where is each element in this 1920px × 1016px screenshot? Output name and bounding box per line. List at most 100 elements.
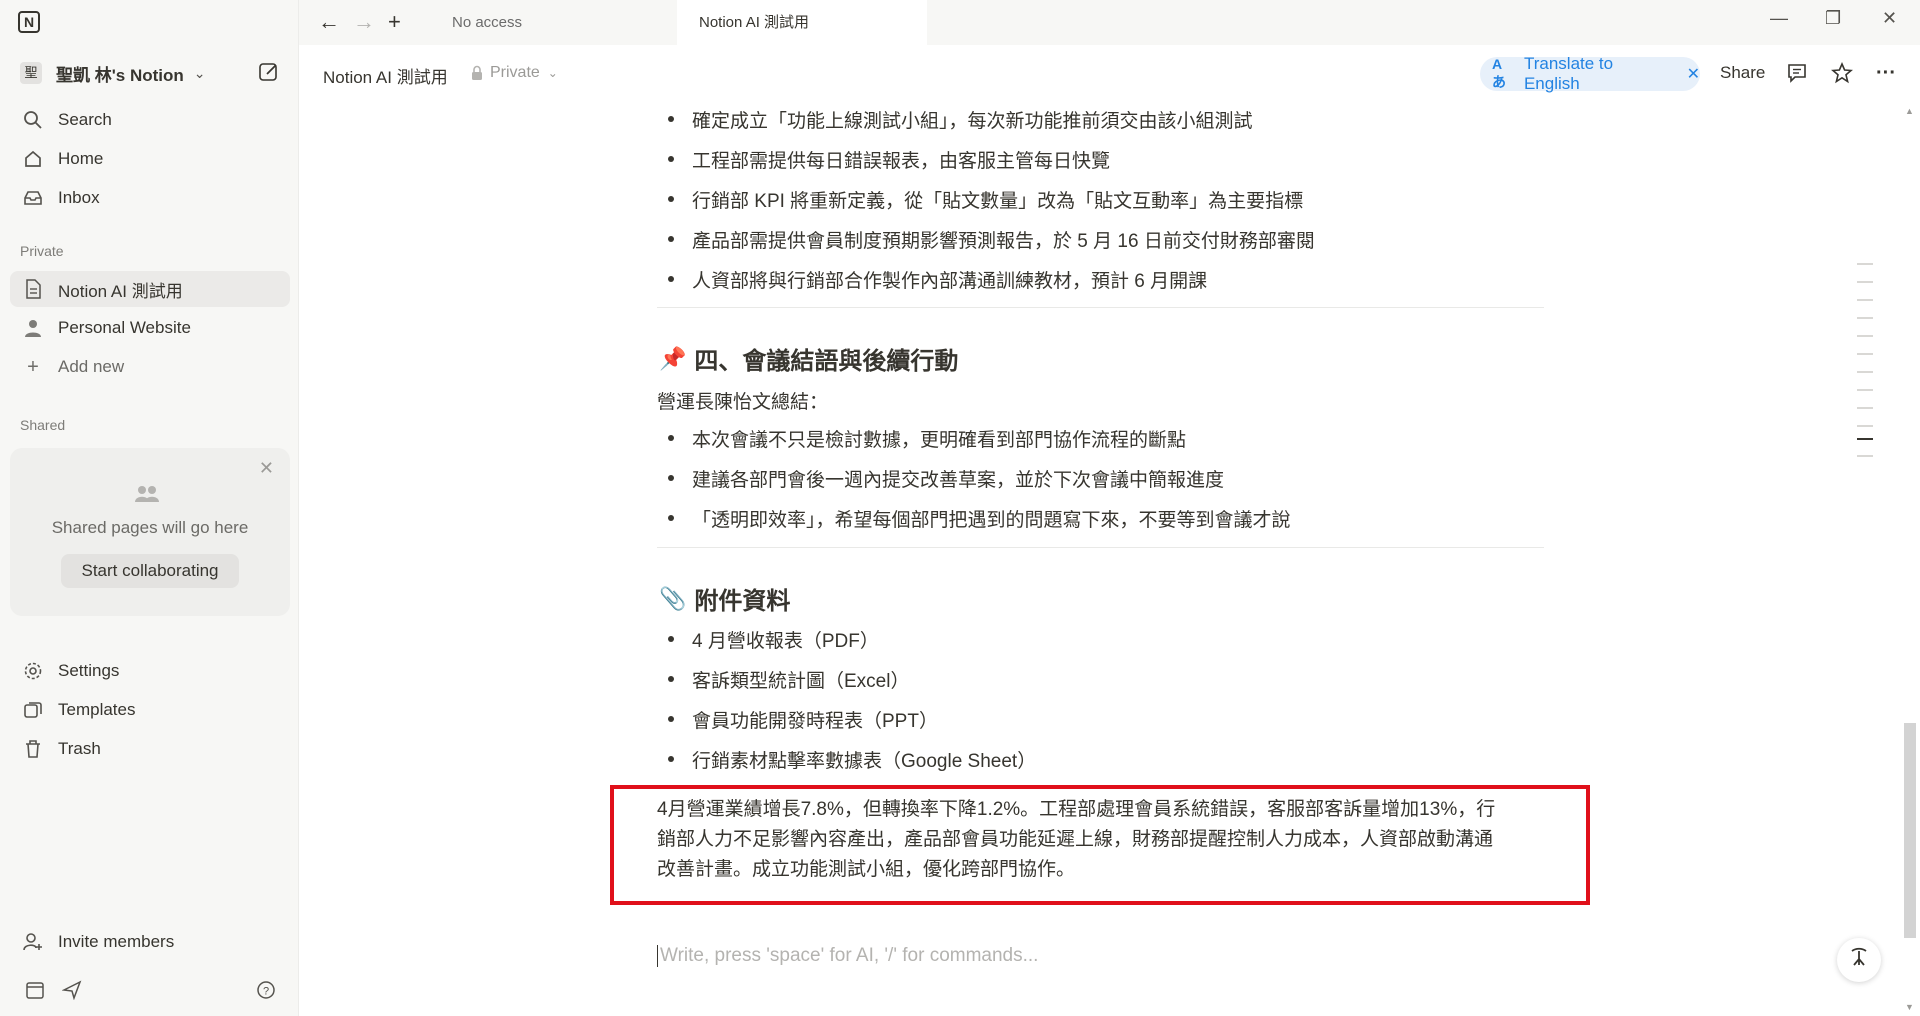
sidebar-bottom-bar: ?: [20, 980, 280, 1004]
add-new-label: Add new: [58, 357, 125, 376]
bullet-icon: [668, 156, 674, 162]
list-item-text: 建議各部門會後一週內提交改善草案，並於下次會議中簡報進度: [692, 469, 1225, 491]
list-item[interactable]: 建議各部門會後一週內提交改善草案，並於下次會議中簡報進度: [657, 458, 1224, 498]
list-item[interactable]: 行銷部 KPI 將重新定義，從「貼文數量」改為「貼文互動率」為主要指標: [657, 179, 1303, 219]
list-item-text: 人資部將與行銷部合作製作內部溝通訓練教材，預計 6 月開課: [692, 270, 1208, 292]
privacy-label: Private: [490, 64, 540, 81]
inbox-icon: [22, 187, 44, 209]
sidebar-item-label: Trash: [58, 739, 101, 758]
sidebar-item-label: Search: [58, 110, 112, 129]
list-item[interactable]: 「透明即效率」，希望每個部門把遇到的問題寫下來，不要等到會議才說: [657, 498, 1291, 538]
sidebar-item-templates[interactable]: Templates: [10, 692, 290, 728]
list-item-text: 行銷素材點擊率數據表（Google Sheet）: [692, 750, 1037, 772]
share-button[interactable]: Share: [1720, 63, 1765, 83]
toc-line[interactable]: [1857, 317, 1873, 319]
forward-arrow-icon[interactable]: →: [353, 10, 375, 34]
toc-line-active[interactable]: [1857, 438, 1873, 440]
more-options-icon[interactable]: ···: [1873, 60, 1899, 86]
toc-line[interactable]: [1857, 263, 1873, 265]
summary-line: 銷部人力不足影響內容產出，產品部會員功能延遲上線，財務部提醒控制人力成本，人資部…: [657, 829, 1494, 850]
list-item[interactable]: 客訴類型統計圖（Excel）: [657, 659, 909, 699]
close-window-icon[interactable]: ✕: [1882, 8, 1897, 29]
paragraph[interactable]: 營運長陳怡文總結：: [657, 387, 828, 414]
empty-block-placeholder[interactable]: Write, press 'space' for AI, '/' for com…: [657, 945, 1038, 967]
bullet-icon: [668, 756, 674, 762]
new-tab-plus-icon[interactable]: +: [388, 10, 401, 34]
list-item[interactable]: 會員功能開發時程表（PPT）: [657, 699, 938, 739]
scrollbar-thumb[interactable]: [1904, 723, 1916, 938]
toc-line[interactable]: [1857, 299, 1873, 301]
workspace-switcher[interactable]: 聖 聖凱 林's Notion ⌄: [20, 59, 206, 87]
pushpin-icon: 📌: [659, 345, 687, 371]
star-icon[interactable]: [1829, 60, 1855, 86]
add-new-button[interactable]: + Add new: [10, 349, 290, 385]
section-heading-closing[interactable]: 📌 四、會議結語與後續行動: [659, 341, 958, 376]
tab-no-access[interactable]: No access: [430, 0, 677, 45]
list-item[interactable]: 產品部需提供會員制度預期影響預測報告，於 5 月 16 日前交付財務部審閱: [657, 219, 1315, 259]
list-item[interactable]: 工程部需提供每日錯誤報表，由客服主管每日快覽: [657, 139, 1110, 179]
invite-members-button[interactable]: Invite members: [10, 924, 290, 960]
translate-button[interactable]: Aあ Translate to English ✕: [1480, 54, 1700, 93]
send-icon[interactable]: [62, 980, 82, 1000]
invite-members-label: Invite members: [58, 932, 175, 951]
bullet-icon: [668, 716, 674, 722]
sidebar-item-search[interactable]: Search: [10, 102, 290, 138]
comment-icon[interactable]: [1784, 60, 1810, 86]
bullet-icon: [668, 676, 674, 682]
scroll-up-arrow-icon[interactable]: ▲: [1905, 106, 1914, 116]
list-item[interactable]: 行銷素材點擊率數據表（Google Sheet）: [657, 739, 1036, 779]
sidebar-item-home[interactable]: Home: [10, 141, 290, 177]
list-item[interactable]: 確定成立「功能上線測試小組」，每次新功能推前須交由該小組測試: [657, 99, 1253, 139]
privacy-selector[interactable]: Private ⌄: [470, 64, 558, 82]
minimize-icon[interactable]: —: [1770, 8, 1788, 29]
tab-notion-ai-test[interactable]: Notion AI 測試用: [677, 0, 927, 45]
new-page-icon[interactable]: [258, 61, 280, 83]
shared-empty-message: Shared pages will go here: [51, 518, 249, 537]
sidebar-item-inbox[interactable]: Inbox: [10, 180, 290, 216]
section-heading-attachments[interactable]: 📎 附件資料: [659, 581, 790, 616]
list-item-text: 產品部需提供會員制度預期影響預測報告，於 5 月 16 日前交付財務部審閱: [692, 230, 1315, 252]
translate-label: Translate to English: [1523, 54, 1614, 93]
bullet-icon: [668, 475, 674, 481]
calendar-icon[interactable]: [25, 980, 45, 1000]
sidebar-item-trash[interactable]: Trash: [10, 731, 290, 767]
list-item[interactable]: 4 月營收報表（PDF）: [657, 619, 879, 659]
toc-line[interactable]: [1857, 371, 1873, 373]
lock-icon: [472, 65, 482, 80]
notion-ai-button[interactable]: [1837, 938, 1881, 982]
notion-logo-icon: N: [18, 11, 40, 33]
toc-line[interactable]: [1857, 335, 1873, 337]
toc-line[interactable]: [1857, 425, 1873, 427]
toc-line[interactable]: [1857, 353, 1873, 355]
ai-face-icon: [1847, 945, 1871, 975]
toc-line[interactable]: [1857, 389, 1873, 391]
titlebar-left: N: [0, 0, 299, 45]
heading-text: 附件資料: [694, 588, 791, 615]
toc-line[interactable]: [1857, 281, 1873, 283]
sidebar-item-settings[interactable]: Settings: [10, 653, 290, 689]
toc-line[interactable]: [1857, 455, 1873, 457]
breadcrumb[interactable]: Notion AI 測試用: [323, 63, 448, 88]
close-icon[interactable]: ✕: [259, 458, 274, 479]
close-icon[interactable]: ✕: [1687, 64, 1700, 84]
ai-summary-paragraph[interactable]: 4月營運業績增長7.8%，但轉換率下降1.2%。工程部處理會員系統錯誤，客服部客…: [657, 795, 1547, 885]
svg-text:?: ?: [263, 986, 269, 998]
restore-icon[interactable]: ❐: [1825, 8, 1841, 29]
sidebar-item-personal-website[interactable]: Personal Website: [10, 310, 290, 346]
search-icon: [22, 109, 44, 131]
toc-line[interactable]: [1857, 407, 1873, 409]
sidebar-item-label: Notion AI 測試用: [58, 281, 183, 301]
sidebar-item-notion-ai-test[interactable]: Notion AI 測試用: [10, 271, 290, 307]
scroll-down-arrow-icon[interactable]: ▼: [1905, 1002, 1914, 1012]
heading-text: 四、會議結語與後續行動: [694, 348, 959, 375]
back-arrow-icon[interactable]: ←: [318, 10, 340, 34]
list-item-text: 確定成立「功能上線測試小組」，每次新功能推前須交由該小組測試: [692, 110, 1253, 132]
bullet-icon: [668, 636, 674, 642]
templates-icon: [22, 699, 44, 721]
divider: [657, 547, 1544, 548]
help-icon[interactable]: ?: [256, 980, 276, 1000]
workspace-avatar: 聖: [20, 62, 42, 84]
list-item[interactable]: 人資部將與行銷部合作製作內部溝通訓練教材，預計 6 月開課: [657, 259, 1207, 299]
list-item[interactable]: 本次會議不只是檢討數據，更明確看到部門協作流程的斷點: [657, 418, 1186, 458]
start-collaborating-button[interactable]: Start collaborating: [61, 554, 239, 588]
